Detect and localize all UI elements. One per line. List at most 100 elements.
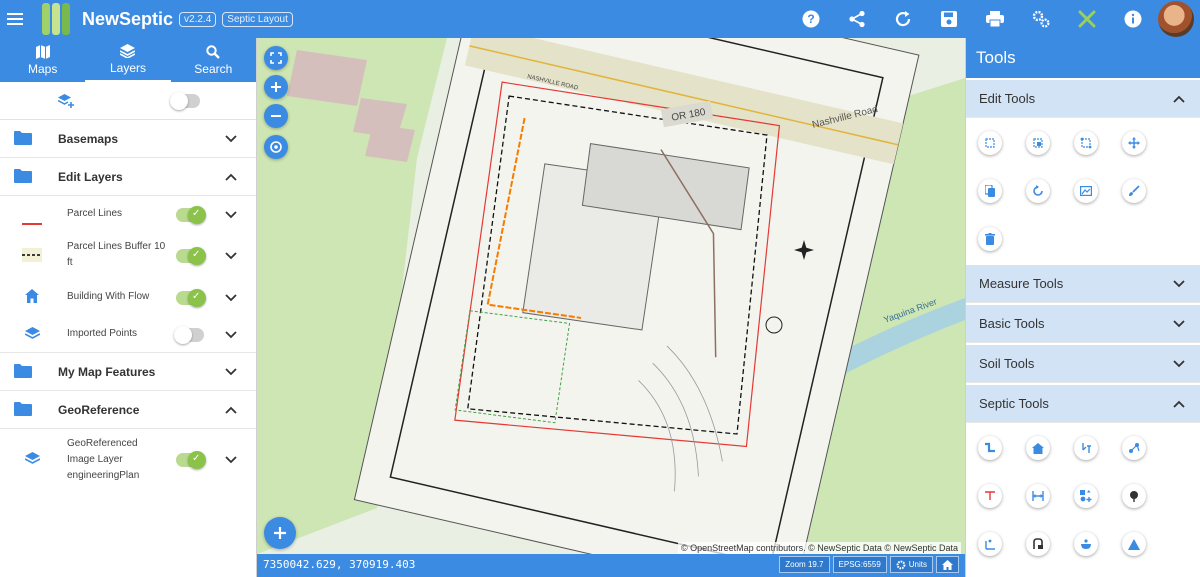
- house-icon[interactable]: [1026, 436, 1050, 460]
- section-label: Measure Tools: [979, 276, 1064, 291]
- units-label: Units: [908, 560, 927, 569]
- app-title: NewSeptic: [82, 8, 174, 29]
- triangle-icon[interactable]: [1122, 532, 1146, 556]
- tab-layers[interactable]: Layers: [85, 38, 171, 82]
- tab-search[interactable]: Search: [171, 38, 256, 82]
- layer-group-label: My Map Features: [58, 364, 156, 379]
- layer-item-parcel-lines[interactable]: Parcel Lines: [0, 196, 256, 233]
- all-layers-toggle[interactable]: [170, 92, 200, 110]
- select-layer-icon[interactable]: [1026, 131, 1050, 155]
- section-septic-tools[interactable]: Septic Tools: [966, 385, 1200, 423]
- help-icon[interactable]: ?: [788, 0, 834, 38]
- layer-item-georeferenced-image[interactable]: GeoReferenced Image Layer engineeringPla…: [0, 429, 256, 491]
- layer-item-label: Imported Points: [67, 328, 138, 339]
- shapes-add-icon[interactable]: [1074, 484, 1098, 508]
- well-icon[interactable]: [1074, 436, 1098, 460]
- layer-item-label: Parcel Lines: [67, 208, 123, 219]
- chevron-down-icon[interactable]: [224, 328, 238, 342]
- refresh-icon[interactable]: [880, 0, 926, 38]
- chevron-down-icon[interactable]: [224, 132, 238, 146]
- dimension-icon[interactable]: [1026, 484, 1050, 508]
- chevron-up-icon[interactable]: [224, 170, 238, 184]
- bowl-icon[interactable]: [1074, 532, 1098, 556]
- chevron-down-icon[interactable]: [224, 365, 238, 379]
- add-feature-button[interactable]: [264, 517, 296, 549]
- home-icon: [942, 559, 953, 570]
- layer-visibility-toggle[interactable]: [176, 289, 206, 307]
- move-icon[interactable]: [1122, 131, 1146, 155]
- delete-icon[interactable]: [978, 227, 1002, 251]
- tree-icon[interactable]: [1122, 484, 1146, 508]
- layer-item-parcel-lines-buffer[interactable]: Parcel Lines Buffer 10 ft: [0, 233, 256, 279]
- chevron-down-icon[interactable]: [1172, 277, 1186, 291]
- transform-icon[interactable]: [1074, 179, 1098, 203]
- dashed-line-icon: [22, 248, 42, 267]
- pump-icon[interactable]: [1026, 532, 1050, 556]
- units-button[interactable]: Units: [889, 556, 933, 573]
- info-icon[interactable]: [1110, 0, 1156, 38]
- copy-icon[interactable]: [978, 179, 1002, 203]
- home-button[interactable]: [936, 556, 959, 573]
- menu-icon[interactable]: [0, 0, 30, 38]
- folder-icon: [14, 169, 32, 188]
- zoom-in-button[interactable]: [264, 75, 288, 99]
- settings-icon[interactable]: [1018, 0, 1064, 38]
- chevron-down-icon[interactable]: [224, 291, 238, 305]
- distance-icon[interactable]: [978, 532, 1002, 556]
- tank-icon[interactable]: [978, 484, 1002, 508]
- version-badge: v2.2.4: [179, 11, 217, 27]
- search-icon: [206, 44, 221, 59]
- tab-maps[interactable]: Maps: [0, 38, 85, 82]
- layer-group-georeference[interactable]: GeoReference: [0, 391, 256, 429]
- layer-visibility-toggle[interactable]: [176, 451, 206, 469]
- chevron-up-icon[interactable]: [1172, 397, 1186, 411]
- top-bar: NewSeptic v2.2.4 Septic Layout ?: [0, 0, 1200, 38]
- layer-group-my-map-features[interactable]: My Map Features: [0, 353, 256, 391]
- map-graphics: Nashville Road NASHVILLE ROAD OR 180 Yaq…: [257, 38, 965, 554]
- chevron-down-icon[interactable]: [1172, 357, 1186, 371]
- locate-button[interactable]: [264, 135, 288, 159]
- avatar[interactable]: [1158, 1, 1194, 37]
- section-soil-tools[interactable]: Soil Tools: [966, 345, 1200, 383]
- layer-item-building-with-flow[interactable]: Building With Flow: [0, 279, 256, 315]
- home-icon: [25, 289, 39, 308]
- select-box-icon[interactable]: [978, 131, 1002, 155]
- chevron-down-icon[interactable]: [1172, 317, 1186, 331]
- layers-icon: [24, 452, 41, 471]
- zoom-out-button[interactable]: [264, 104, 288, 128]
- layer-visibility-toggle[interactable]: [176, 247, 206, 265]
- chevron-up-icon[interactable]: [224, 403, 238, 417]
- layer-group-edit-layers[interactable]: Edit Layers: [0, 158, 256, 196]
- chevron-down-icon[interactable]: [224, 249, 238, 263]
- status-bar: 7350042.629, 370919.403 Zoom 19.7 EPSG:6…: [257, 554, 965, 577]
- chevron-down-icon[interactable]: [224, 208, 238, 222]
- rotate-icon[interactable]: [1026, 179, 1050, 203]
- share-icon[interactable]: [834, 0, 880, 38]
- print-icon[interactable]: [972, 0, 1018, 38]
- layer-item-imported-points[interactable]: Imported Points: [0, 315, 256, 353]
- select-features-icon[interactable]: [1074, 131, 1098, 155]
- network-icon[interactable]: [1122, 436, 1146, 460]
- layer-item-label: Building With Flow: [67, 291, 150, 302]
- save-icon[interactable]: [926, 0, 972, 38]
- section-edit-tools[interactable]: Edit Tools: [966, 80, 1200, 118]
- map-canvas[interactable]: Nashville Road NASHVILLE ROAD OR 180 Yaq…: [257, 38, 965, 554]
- map-attribution[interactable]: © OpenStreetMap contributors. © NewSepti…: [677, 542, 961, 554]
- section-measure-tools[interactable]: Measure Tools: [966, 265, 1200, 303]
- cursor-coordinates: 7350042.629, 370919.403: [263, 558, 416, 571]
- layer-group-basemaps[interactable]: Basemaps: [0, 120, 256, 158]
- pipe-route-icon[interactable]: [978, 436, 1002, 460]
- tab-label: Maps: [27, 61, 58, 76]
- add-layer-icon[interactable]: [57, 94, 74, 114]
- brush-icon[interactable]: [1122, 179, 1146, 203]
- tools-icon[interactable]: [1064, 0, 1110, 38]
- section-basic-tools[interactable]: Basic Tools: [966, 305, 1200, 343]
- fullscreen-button[interactable]: [264, 46, 288, 70]
- layer-visibility-toggle[interactable]: [174, 326, 204, 344]
- layer-visibility-toggle[interactable]: [176, 206, 206, 224]
- chevron-down-icon[interactable]: [224, 453, 238, 467]
- chevron-up-icon[interactable]: [1172, 92, 1186, 106]
- left-tabs: Maps Layers Search: [0, 38, 256, 82]
- epsg-code[interactable]: EPSG:6559: [832, 556, 887, 573]
- tab-label: Search: [194, 61, 233, 76]
